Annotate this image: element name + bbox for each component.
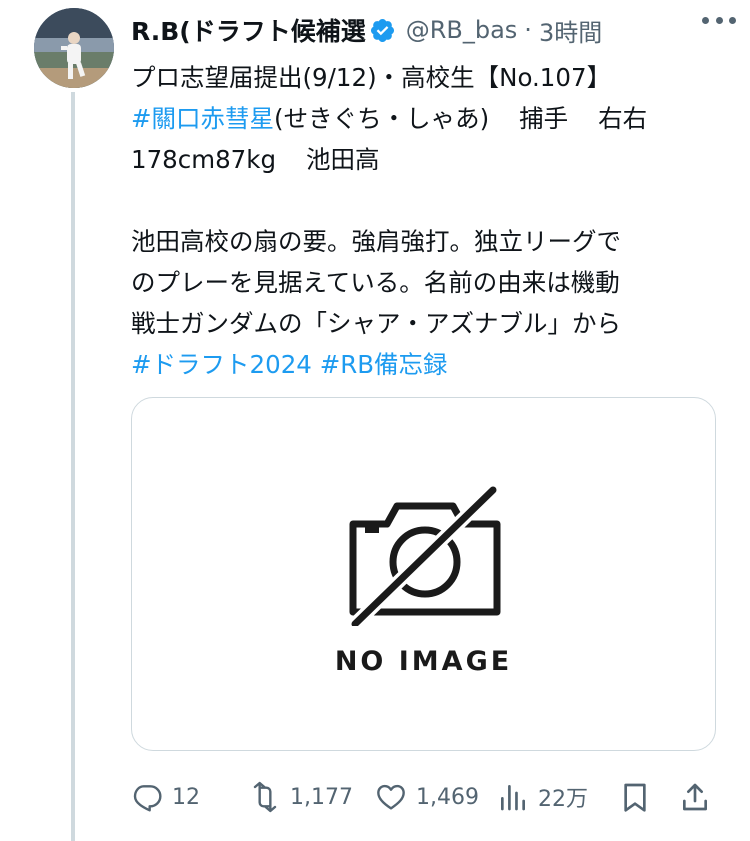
- tweet-line: #ドラフト2024 #RB備忘録: [131, 344, 731, 385]
- share-button[interactable]: [679, 775, 711, 819]
- thread-connector-line: [71, 92, 75, 841]
- tweet-line-text: 戦士ガンダムの「シャア・アズナブル」から: [131, 309, 621, 338]
- tweet-text: プロ志望届提出(9/12)・高校生【No.107】 #關口赤彗星(せきぐち・しゃ…: [131, 57, 731, 385]
- bookmark-icon: [624, 783, 646, 812]
- more-dot: [715, 16, 723, 24]
- more-dot: [702, 16, 709, 24]
- tweet-line: 池田高校の扇の要。強肩強打。独立リーグで: [131, 221, 731, 262]
- avatar-image: [34, 8, 114, 88]
- avatar[interactable]: [34, 8, 114, 88]
- reply-button[interactable]: 12: [131, 775, 200, 819]
- timestamp[interactable]: 3時間: [539, 13, 602, 48]
- author-handle[interactable]: @RB_bas: [406, 16, 518, 44]
- tweet-header: R.B(ドラフト候補選 @RB_bas · 3時間: [131, 10, 731, 50]
- views-count: 22万: [538, 787, 588, 812]
- like-icon: [377, 784, 405, 810]
- camera-off-icon: [349, 486, 501, 626]
- no-image-label: NO IMAGE: [334, 646, 513, 677]
- hashtag-link[interactable]: #ドラフト2024: [131, 350, 312, 379]
- more-dot: [729, 16, 736, 24]
- tweet-actions: 12 1,177 1,469 22万: [131, 775, 716, 819]
- retweet-icon: [253, 781, 277, 813]
- retweet-button[interactable]: 1,177: [249, 775, 353, 819]
- tweet-line: プロ志望届提出(9/12)・高校生【No.107】: [131, 57, 731, 98]
- verified-badge-icon: [370, 18, 394, 42]
- tweet-line: のプレーを見据えている。名前の由来は機動: [131, 262, 731, 303]
- reply-count: 12: [172, 784, 200, 810]
- display-name[interactable]: R.B(ドラフト候補選: [131, 12, 366, 48]
- tweet-line-text: 池田高校の扇の要。強肩強打。独立リーグで: [131, 227, 621, 256]
- size-text: 178cm87kg: [131, 145, 277, 174]
- more-icon[interactable]: [702, 14, 736, 26]
- hashtag-link[interactable]: #RB備忘録: [320, 350, 448, 379]
- views-icon: [501, 785, 525, 811]
- retweet-count: 1,177: [290, 784, 353, 810]
- school-text: 池田高: [306, 145, 380, 174]
- tweet-line-text: プロ志望届提出(9/12)・高校生【No.107】: [131, 63, 612, 92]
- hashtag-link[interactable]: #關口赤彗星: [131, 104, 274, 133]
- media-card[interactable]: NO IMAGE: [131, 397, 716, 751]
- separator-dot: ·: [524, 16, 532, 44]
- position-text: 捕手: [519, 104, 569, 133]
- bookmark-button[interactable]: [619, 775, 651, 819]
- tweet-line: 178cm87kg 池田高: [131, 139, 731, 180]
- reply-icon: [133, 785, 162, 812]
- share-icon: [683, 783, 707, 811]
- like-button[interactable]: 1,469: [375, 775, 479, 819]
- tweet-line: 戦士ガンダムの「シャア・アズナブル」から: [131, 303, 731, 344]
- handedness-text: 右右: [598, 104, 648, 133]
- tweet-line-text: のプレーを見据えている。名前の由来は機動: [131, 268, 620, 297]
- views-button[interactable]: 22万: [497, 775, 588, 819]
- reading-text: (せきぐち・しゃあ): [274, 104, 490, 133]
- tweet-line: #關口赤彗星(せきぐち・しゃあ) 捕手 右右: [131, 98, 731, 139]
- like-count: 1,469: [416, 784, 479, 810]
